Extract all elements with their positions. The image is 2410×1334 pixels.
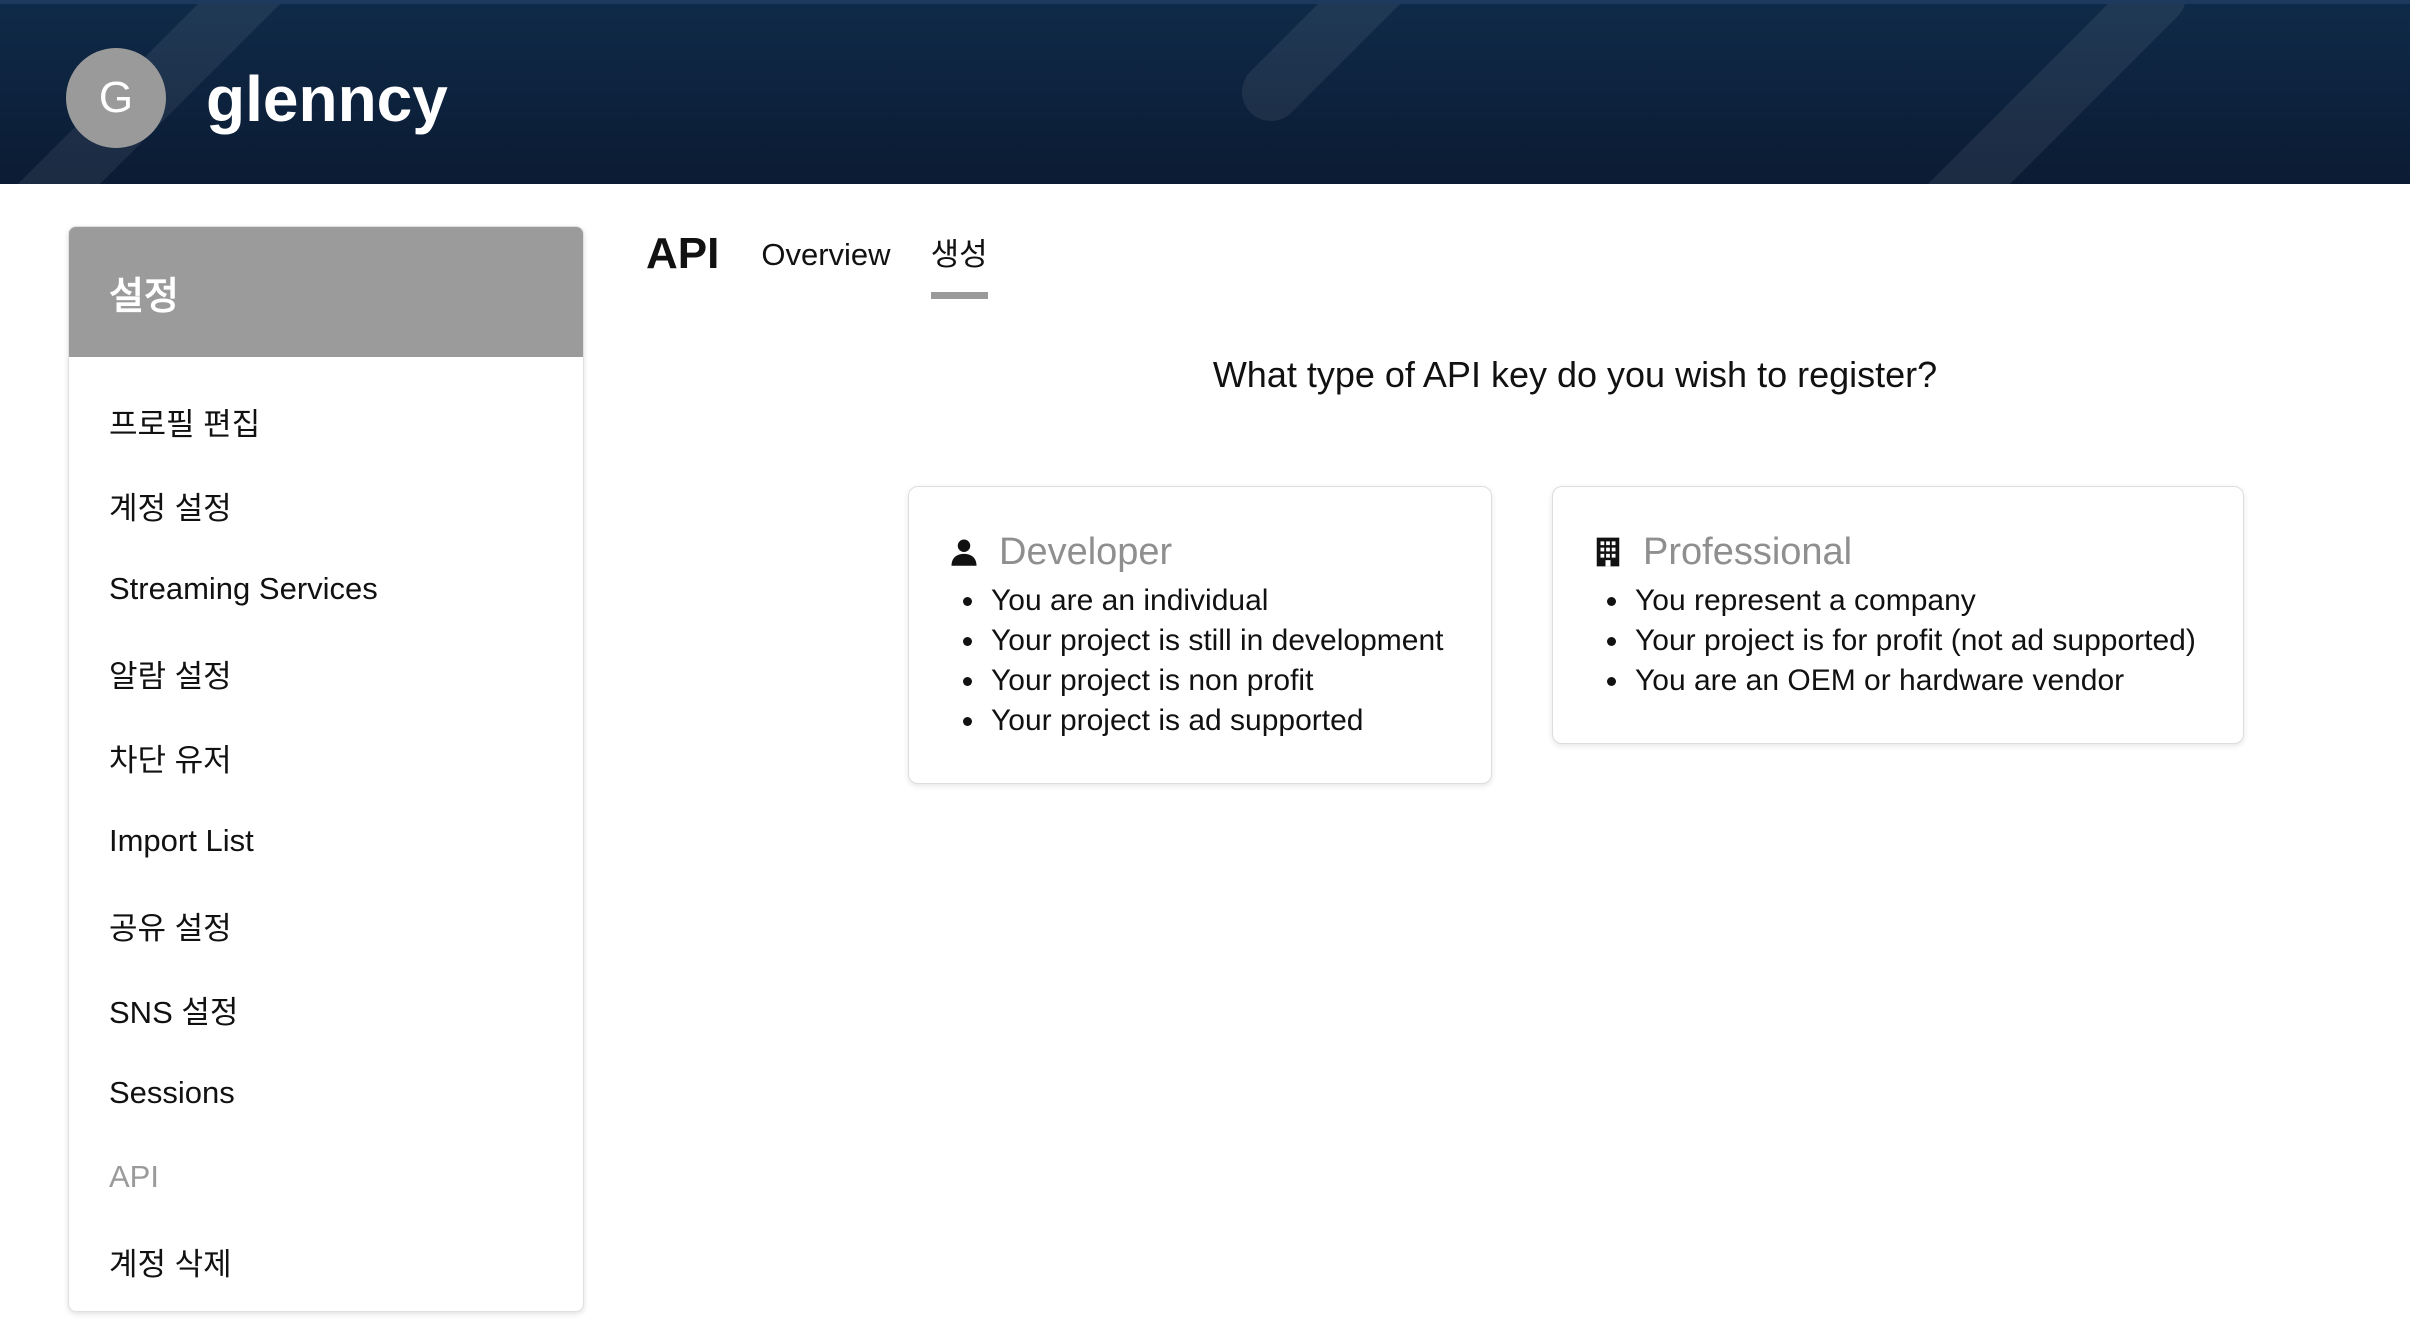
list-item: You represent a company bbox=[1631, 581, 2203, 621]
sidebar-item-streaming-services[interactable]: Streaming Services bbox=[69, 547, 583, 631]
sidebar-item-sharing-settings[interactable]: 공유 설정 bbox=[69, 883, 583, 967]
card-bullet-list: You are an individual Your project is st… bbox=[949, 581, 1451, 741]
api-key-type-question: What type of API key do you wish to regi… bbox=[1212, 354, 1938, 395]
card-title: Developer bbox=[949, 527, 1451, 577]
sidebar-item-blocked-users[interactable]: 차단 유저 bbox=[69, 715, 583, 799]
avatar[interactable]: G bbox=[66, 48, 166, 148]
username[interactable]: glenncy bbox=[206, 56, 448, 142]
building-icon bbox=[1593, 537, 1623, 567]
settings-sidebar: 설정 프로필 편집 계정 설정 Streaming Services 알람 설정… bbox=[68, 226, 584, 1312]
card-title-text: Developer bbox=[999, 531, 1173, 573]
sidebar-title: 설정 bbox=[69, 227, 583, 357]
header-decoration-stripe bbox=[1860, 4, 2198, 184]
tab-create[interactable]: 생성 bbox=[930, 226, 988, 299]
card-title: Professional bbox=[1593, 527, 2203, 577]
api-tab-bar: API Overview 생성 bbox=[646, 226, 1028, 306]
profile-header: G glenncy bbox=[0, 0, 2410, 184]
sidebar-item-edit-profile[interactable]: 프로필 편집 bbox=[69, 379, 583, 463]
card-bullet-list: You represent a company Your project is … bbox=[1593, 581, 2203, 701]
card-title-text: Professional bbox=[1643, 531, 1853, 573]
list-item: Your project is still in development bbox=[987, 621, 1451, 661]
list-item: You are an individual bbox=[987, 581, 1451, 621]
developer-key-card[interactable]: Developer You are an individual Your pro… bbox=[908, 486, 1492, 784]
sidebar-item-account-settings[interactable]: 계정 설정 bbox=[69, 463, 583, 547]
sidebar-item-import-list[interactable]: Import List bbox=[69, 799, 583, 883]
list-item: Your project is for profit (not ad suppo… bbox=[1631, 621, 2203, 661]
tab-overview[interactable]: Overview bbox=[761, 226, 890, 292]
sidebar-item-sns-settings[interactable]: SNS 설정 bbox=[69, 967, 583, 1051]
list-item: You are an OEM or hardware vendor bbox=[1631, 661, 2203, 701]
page-title: API bbox=[646, 229, 720, 278]
sidebar-item-delete-account[interactable]: 계정 삭제 bbox=[69, 1219, 583, 1303]
sidebar-item-sessions[interactable]: Sessions bbox=[69, 1051, 583, 1135]
list-item: Your project is non profit bbox=[987, 661, 1451, 701]
list-item: Your project is ad supported bbox=[987, 701, 1451, 741]
header-decoration-stripe bbox=[1230, 4, 1568, 133]
sidebar-item-api[interactable]: API bbox=[69, 1135, 583, 1219]
professional-key-card[interactable]: Professional You represent a company You… bbox=[1552, 486, 2244, 744]
person-icon bbox=[949, 537, 979, 567]
sidebar-item-notification-settings[interactable]: 알람 설정 bbox=[69, 631, 583, 715]
sidebar-menu: 프로필 편집 계정 설정 Streaming Services 알람 설정 차단… bbox=[69, 357, 583, 1303]
